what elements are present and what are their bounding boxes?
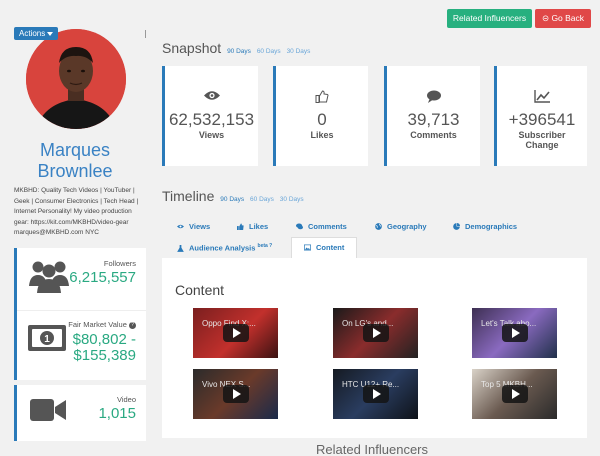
tab-views[interactable]: Views [177,222,210,231]
followers-value: 6,215,557 [69,269,136,286]
go-back-button[interactable]: ⊝ Go Back [535,9,591,28]
tab-content[interactable]: Content [304,243,344,252]
thumbs-up-icon [237,223,244,230]
subscriber-label-line1: Subscriber [518,130,566,140]
play-icon[interactable] [362,385,389,403]
video-label: Video [116,395,136,404]
beta-badge: beta ? [257,243,273,249]
tab-likes[interactable]: Likes [237,222,268,231]
video-value: 1,015 [98,405,136,422]
tab-comments-label: Comments [308,222,347,231]
video-thumbnail[interactable]: Vivo NEX S... [193,369,278,419]
eye-icon [203,91,220,100]
snapshot-header: Snapshot 90 Days 60 Days 30 Days [162,40,310,56]
video-thumbnail[interactable]: Let's Talk abo... [472,308,557,358]
tab-audience-analysis[interactable]: Audience Analysis beta ? [177,243,272,253]
snapshot-period-30[interactable]: 30 Days [287,48,311,55]
likes-label: Likes [310,130,334,140]
name-first: Marques [39,140,111,160]
snapshot-title: Snapshot [162,40,222,56]
avatar [26,29,126,129]
tab-geography[interactable]: Geography [375,222,427,231]
content-title: Content [175,282,225,298]
fmv-label: Fair Market Value ? [68,320,136,329]
divider [17,310,146,311]
eye-icon [177,224,184,229]
timeline-period-90[interactable]: 90 Days [220,196,244,203]
profile-name: Marques Brownlee [0,140,150,182]
fmv-label-text: Fair Market Value [68,320,127,329]
subscriber-change-card: +396541 Subscriber Change [494,66,587,166]
views-card: 62,532,153 Views [162,66,258,166]
comments-card: 39,713 Comments [384,66,480,166]
timeline-title: Timeline [162,188,215,204]
flask-icon [177,244,184,252]
help-icon[interactable]: ? [129,322,136,329]
timeline-period-60[interactable]: 60 Days [250,196,274,203]
tab-geography-label: Geography [387,222,427,231]
comment-icon [426,90,441,103]
users-icon [29,261,69,293]
tab-views-label: Views [189,222,211,231]
actions-label: Actions [19,29,46,38]
video-thumbnail[interactable]: On LG's and... [333,308,418,358]
tab-audience-analysis-label: Audience Analysis [189,243,256,253]
go-back-label: Go Back [551,13,585,23]
thumbs-up-icon [315,90,329,103]
arrow-left-icon: ⊝ [541,13,550,23]
subscriber-change-value: +396541 [508,110,576,129]
globe-icon [375,223,382,230]
comments-value: 39,713 [407,110,460,129]
followers-label: Followers [103,259,136,268]
likes-card: 0 Likes [273,66,368,166]
video-camera-icon [30,399,66,421]
timeline-header: Timeline 90 Days 60 Days 30 Days [162,188,304,204]
snapshot-period-60[interactable]: 60 Days [257,48,281,55]
comments-label: Comments [410,130,457,140]
play-icon[interactable] [501,385,528,403]
fmv-value-high: $155,389 [73,347,136,364]
related-influencers-button[interactable]: Related Influencers [447,9,532,28]
snapshot-period-90[interactable]: 90 Days [227,48,251,55]
profile-sidebar: Actions Marques Brownlee MKBHD: Quality … [0,0,150,456]
views-label: Views [198,130,225,140]
tab-content-label: Content [316,243,345,252]
fmv-card: 1 Fair Market Value ? $80,802 - $155,389 [14,310,146,380]
money-icon: 1 [28,325,66,351]
comments-icon [296,223,303,230]
video-card: Video 1,015 [14,385,146,441]
followers-card: Followers 6,215,557 [14,248,146,310]
tab-likes-label: Likes [249,222,269,231]
tab-comments[interactable]: Comments [296,222,347,231]
timeline-period-30[interactable]: 30 Days [280,196,304,203]
separator [145,30,146,38]
subscriber-label-line2: Change [525,140,559,150]
play-icon[interactable] [222,385,249,403]
play-icon[interactable] [501,324,528,342]
video-thumbnail[interactable]: HTC U12+ Re... [333,369,418,419]
avatar-image [26,29,126,129]
name-last: Brownlee [37,161,113,181]
related-influencers-title: Related Influencers [316,442,429,456]
tab-demographics-label: Demographics [465,222,518,231]
play-icon[interactable] [362,324,389,342]
svg-text:1: 1 [44,334,50,345]
video-thumbnail[interactable]: Top 5 MKBH... [472,369,557,419]
play-icon[interactable] [222,324,249,342]
fmv-value-low: $80,802 - [72,331,136,348]
profile-bio: MKBHD: Quality Tech Videos | YouTuber | … [14,187,139,236]
actions-dropdown[interactable]: Actions [14,27,59,40]
line-chart-icon [534,90,550,103]
views-value: 62,532,153 [168,110,255,129]
caret-down-icon [47,31,54,36]
subscriber-change-label: Subscriber Change [497,130,587,150]
image-icon [304,244,311,251]
video-thumbnail[interactable]: Oppo Find X:... [193,308,278,358]
tab-demographics[interactable]: Demographics [453,222,517,231]
likes-value: 0 [317,110,327,129]
pie-chart-icon [453,223,460,230]
